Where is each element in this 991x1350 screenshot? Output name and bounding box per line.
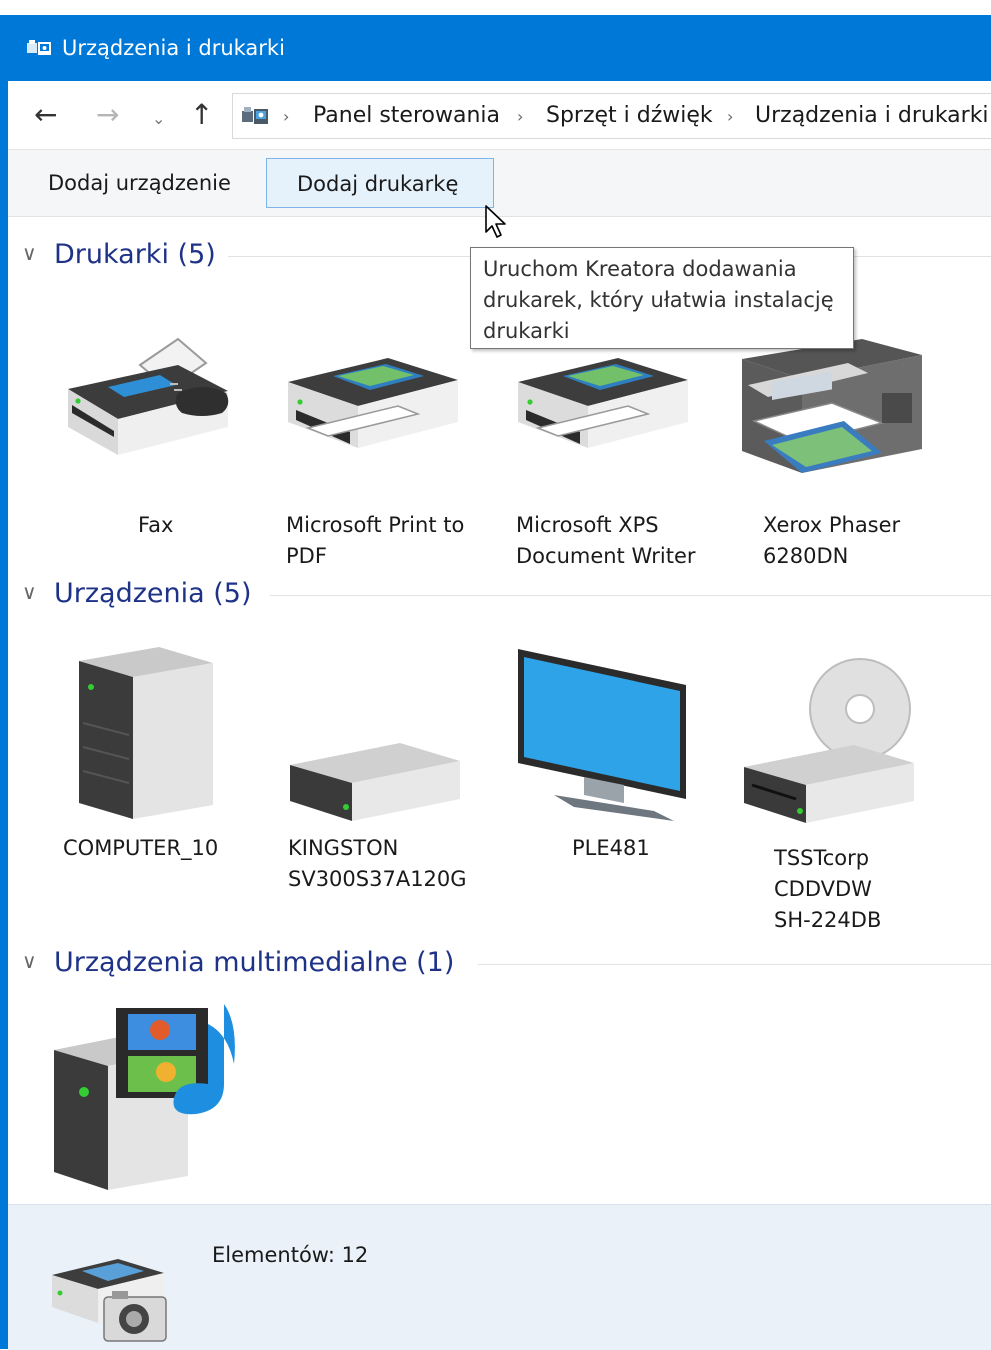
device-label: Microsoft XPS xyxy=(516,513,659,537)
device-item-fax[interactable]: Fax xyxy=(48,327,268,547)
up-arrow-icon[interactable]: ↑ xyxy=(190,99,213,131)
device-label: Microsoft Print to xyxy=(286,513,465,537)
mouse-cursor-icon xyxy=(485,205,506,238)
item-count: Elementów: 12 xyxy=(212,1243,369,1267)
address-bar: ← → ⌄ ↑ › Panel sterowania › Sprzęt i dź… xyxy=(8,81,991,150)
breadcrumb-separator-icon[interactable]: › xyxy=(283,103,289,131)
breadcrumb-separator-icon[interactable]: › xyxy=(517,103,523,131)
breadcrumb-separator-icon[interactable]: › xyxy=(727,103,733,131)
devices-printers-icon xyxy=(27,40,51,55)
device-item-computer-10[interactable]: COMPUTER_10 xyxy=(63,643,283,883)
group-divider xyxy=(270,595,991,596)
group-title-printers: Drukarki (5) xyxy=(54,239,216,270)
device-label: Fax xyxy=(138,513,174,537)
breadcrumb-item-control-panel[interactable]: Panel sterowania xyxy=(313,102,500,130)
media-device-icon xyxy=(54,1004,235,1190)
device-item-xerox-phaser[interactable]: Xerox Phaser 6280DN xyxy=(732,333,952,568)
chevron-down-icon[interactable]: ∨ xyxy=(22,241,37,265)
device-label: Xerox Phaser xyxy=(763,513,901,537)
forward-arrow-icon[interactable]: → xyxy=(96,99,119,131)
device-label: SV300S37A120G xyxy=(288,867,467,891)
group-divider xyxy=(478,964,991,965)
group-header-devices[interactable]: ∨ Urządzenia (5) xyxy=(8,577,991,613)
device-item-ple481[interactable]: PLE481 xyxy=(514,645,734,875)
group-title-multimedia: Urządzenia multimedialne (1) xyxy=(54,947,455,978)
window-left-border xyxy=(0,15,8,1349)
add-device-button[interactable]: Dodaj urządzenie xyxy=(18,158,248,208)
chevron-down-icon[interactable]: ∨ xyxy=(22,580,37,604)
devices-and-printers-window: Urządzenia i drukarki ← → ⌄ ↑ › Panel st… xyxy=(8,15,991,1350)
device-label: PDF xyxy=(286,544,327,568)
device-label: COMPUTER_10 xyxy=(63,836,219,860)
devices-printers-icon xyxy=(52,1259,167,1342)
group-header-multimedia[interactable]: ∨ Urządzenia multimedialne (1) xyxy=(8,946,991,982)
device-item-tsstcorp[interactable]: TSSTcorp CDDVDW SH-224DB xyxy=(740,655,960,945)
breadcrumb-item-devices-printers[interactable]: Urządzenia i drukarki xyxy=(755,102,989,130)
window-frame: Urządzenia i drukarki ← → ⌄ ↑ › Panel st… xyxy=(0,0,991,1350)
device-label: 6280DN xyxy=(763,544,849,568)
multifunction-printer-icon xyxy=(742,339,922,473)
device-label: CDDVDW xyxy=(774,877,872,901)
add-printer-button[interactable]: Dodaj drukarkę xyxy=(266,158,494,208)
tooltip-line: drukarek, który ułatwia instalację xyxy=(483,288,834,312)
printer-icon xyxy=(288,358,458,448)
tooltip-line: drukarki xyxy=(483,319,570,343)
device-item-microsoft-xps-document-writer[interactable]: Microsoft XPS Document Writer xyxy=(508,340,728,568)
tooltip-line: Uruchom Kreatora dodawania xyxy=(483,257,797,281)
hard-drive-icon xyxy=(290,743,460,821)
devices-printers-icon xyxy=(242,107,268,124)
device-item-kingston[interactable]: KINGSTON SV300S37A120G xyxy=(286,715,506,915)
device-label: Document Writer xyxy=(516,544,696,568)
device-label: PLE481 xyxy=(572,836,650,860)
breadcrumb-item-hardware-sound[interactable]: Sprzęt i dźwięk xyxy=(546,102,713,130)
monitor-icon xyxy=(518,649,686,821)
chevron-down-icon[interactable]: ∨ xyxy=(22,949,37,973)
device-item-microsoft-print-to-pdf[interactable]: Microsoft Print to PDF xyxy=(278,340,498,568)
details-pane: Elementów: 12 xyxy=(8,1204,991,1350)
device-item-media-device[interactable] xyxy=(48,1000,268,1200)
optical-drive-icon xyxy=(744,658,914,823)
fax-icon xyxy=(68,337,229,455)
computer-tower-icon xyxy=(79,647,213,819)
add-printer-tooltip: Uruchom Kreatora dodawania drukarek, któ… xyxy=(470,247,854,349)
device-label: TSSTcorp xyxy=(774,846,870,870)
device-label: SH-224DB xyxy=(774,908,882,932)
group-title-devices: Urządzenia (5) xyxy=(54,578,252,609)
back-arrow-icon[interactable]: ← xyxy=(34,99,57,131)
chevron-down-icon[interactable]: ⌄ xyxy=(152,103,165,135)
breadcrumb[interactable]: › Panel sterowania › Sprzęt i dźwięk › U… xyxy=(232,93,991,139)
printer-icon xyxy=(518,358,688,448)
window-title: Urządzenia i drukarki xyxy=(62,36,285,60)
title-bar[interactable]: Urządzenia i drukarki xyxy=(8,15,991,81)
device-label: KINGSTON xyxy=(288,836,399,860)
